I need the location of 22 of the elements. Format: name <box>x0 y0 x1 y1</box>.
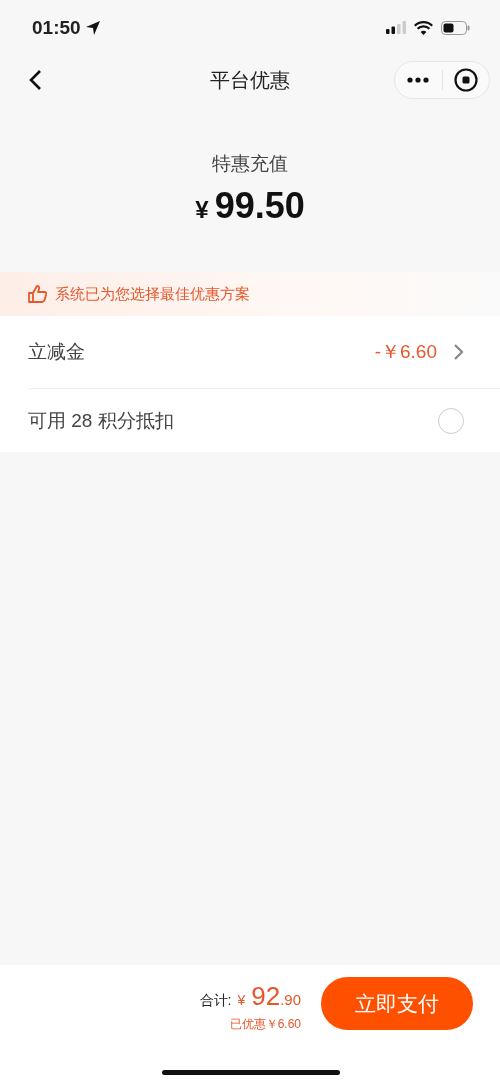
battery-icon <box>441 20 470 35</box>
product-label: 特惠充值 <box>212 151 288 176</box>
radio-button[interactable] <box>438 407 464 434</box>
price-amount: ¥ 99.50 <box>195 184 305 227</box>
discount-value: -￥6.60 <box>374 340 437 364</box>
status-time: 01:50 <box>32 16 81 39</box>
saved-amount: 已优惠￥6.60 <box>229 1016 301 1033</box>
chevron-right-icon[interactable] <box>453 343 464 361</box>
target-icon <box>453 68 478 92</box>
location-arrow-icon <box>84 19 101 36</box>
back-icon[interactable] <box>28 69 42 91</box>
pay-button[interactable]: 立即支付 <box>321 977 473 1030</box>
signal-icon <box>386 21 406 34</box>
total-label: 合计: <box>199 992 232 1010</box>
thumbs-up-icon <box>28 285 47 303</box>
page-title: 平台优惠 <box>210 68 290 91</box>
row-label: 可用 28 积分抵扣 <box>28 408 174 433</box>
banner-text: 系统已为您选择最佳优惠方案 <box>55 284 250 304</box>
row-label: 立减金 <box>28 340 85 364</box>
total-price: ¥ 92.90 <box>237 981 301 1012</box>
wifi-icon <box>414 20 433 35</box>
more-icon <box>407 77 430 83</box>
